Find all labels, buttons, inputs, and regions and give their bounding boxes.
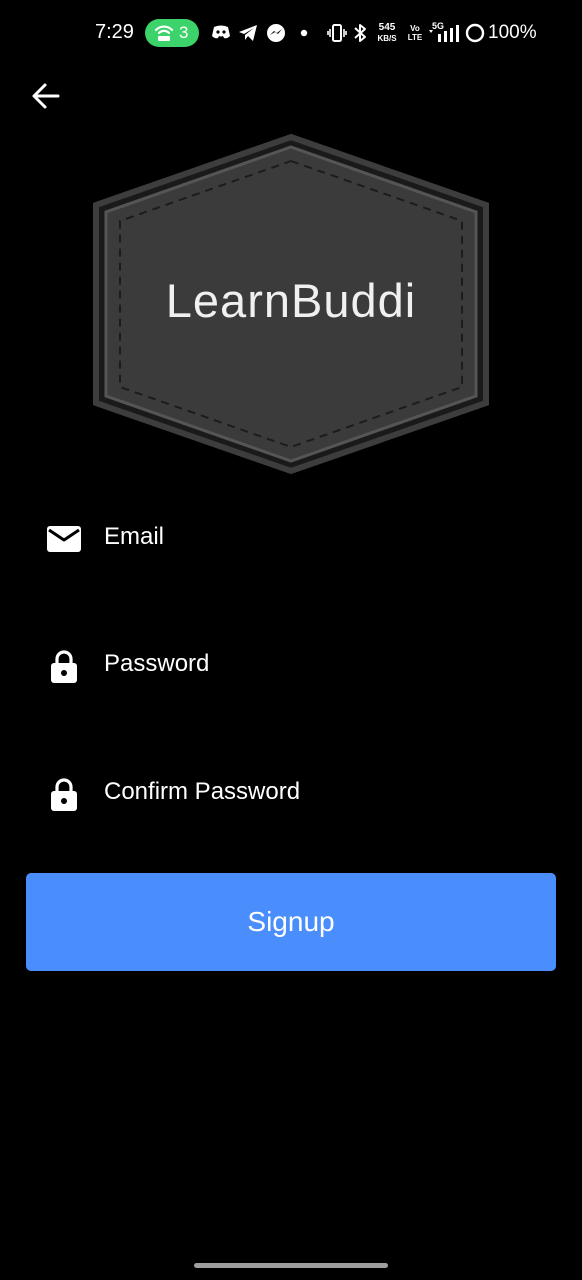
password-field-row[interactable] xyxy=(44,634,544,694)
home-indicator[interactable] xyxy=(194,1263,388,1268)
arrow-left-icon xyxy=(32,83,60,109)
bluetooth-icon xyxy=(354,24,366,42)
discord-icon xyxy=(212,25,230,39)
volte-line1: Vo xyxy=(410,24,420,33)
dot-icon xyxy=(300,29,308,37)
confirm-password-field-row[interactable] xyxy=(44,762,544,822)
hotspot-badge: 3 xyxy=(145,19,199,47)
signup-button[interactable]: Signup xyxy=(26,873,556,971)
confirm-password-input[interactable] xyxy=(104,772,534,812)
vibrate-icon xyxy=(327,24,347,42)
battery-ring-icon xyxy=(465,23,485,43)
lock-icon xyxy=(51,778,77,811)
app-logo: LearnBuddi xyxy=(92,133,490,475)
logo-text: LearnBuddi xyxy=(165,274,417,327)
status-time: 7:29 xyxy=(95,21,134,43)
volte-line2: LTE xyxy=(407,33,423,42)
email-field-row[interactable] xyxy=(44,507,544,567)
status-bar: 7:29 3 545 KB/S Vo LTE 5G 100% xyxy=(0,0,582,68)
lock-icon xyxy=(51,650,77,683)
messenger-icon xyxy=(267,24,285,42)
battery-percentage: 100% xyxy=(488,22,537,43)
email-input[interactable] xyxy=(104,517,534,557)
password-input[interactable] xyxy=(104,644,534,684)
hotspot-count: 3 xyxy=(179,23,189,42)
signal-icon xyxy=(429,25,459,42)
network-speed: 545 KB/S xyxy=(374,22,400,44)
volte-indicator: Vo LTE xyxy=(407,24,423,42)
network-speed-value: 545 xyxy=(378,22,396,33)
network-speed-unit: KB/S xyxy=(377,34,397,43)
hotspot-icon xyxy=(154,25,174,41)
mail-icon xyxy=(47,526,81,552)
telegram-icon xyxy=(239,25,257,41)
back-button[interactable] xyxy=(24,74,68,118)
